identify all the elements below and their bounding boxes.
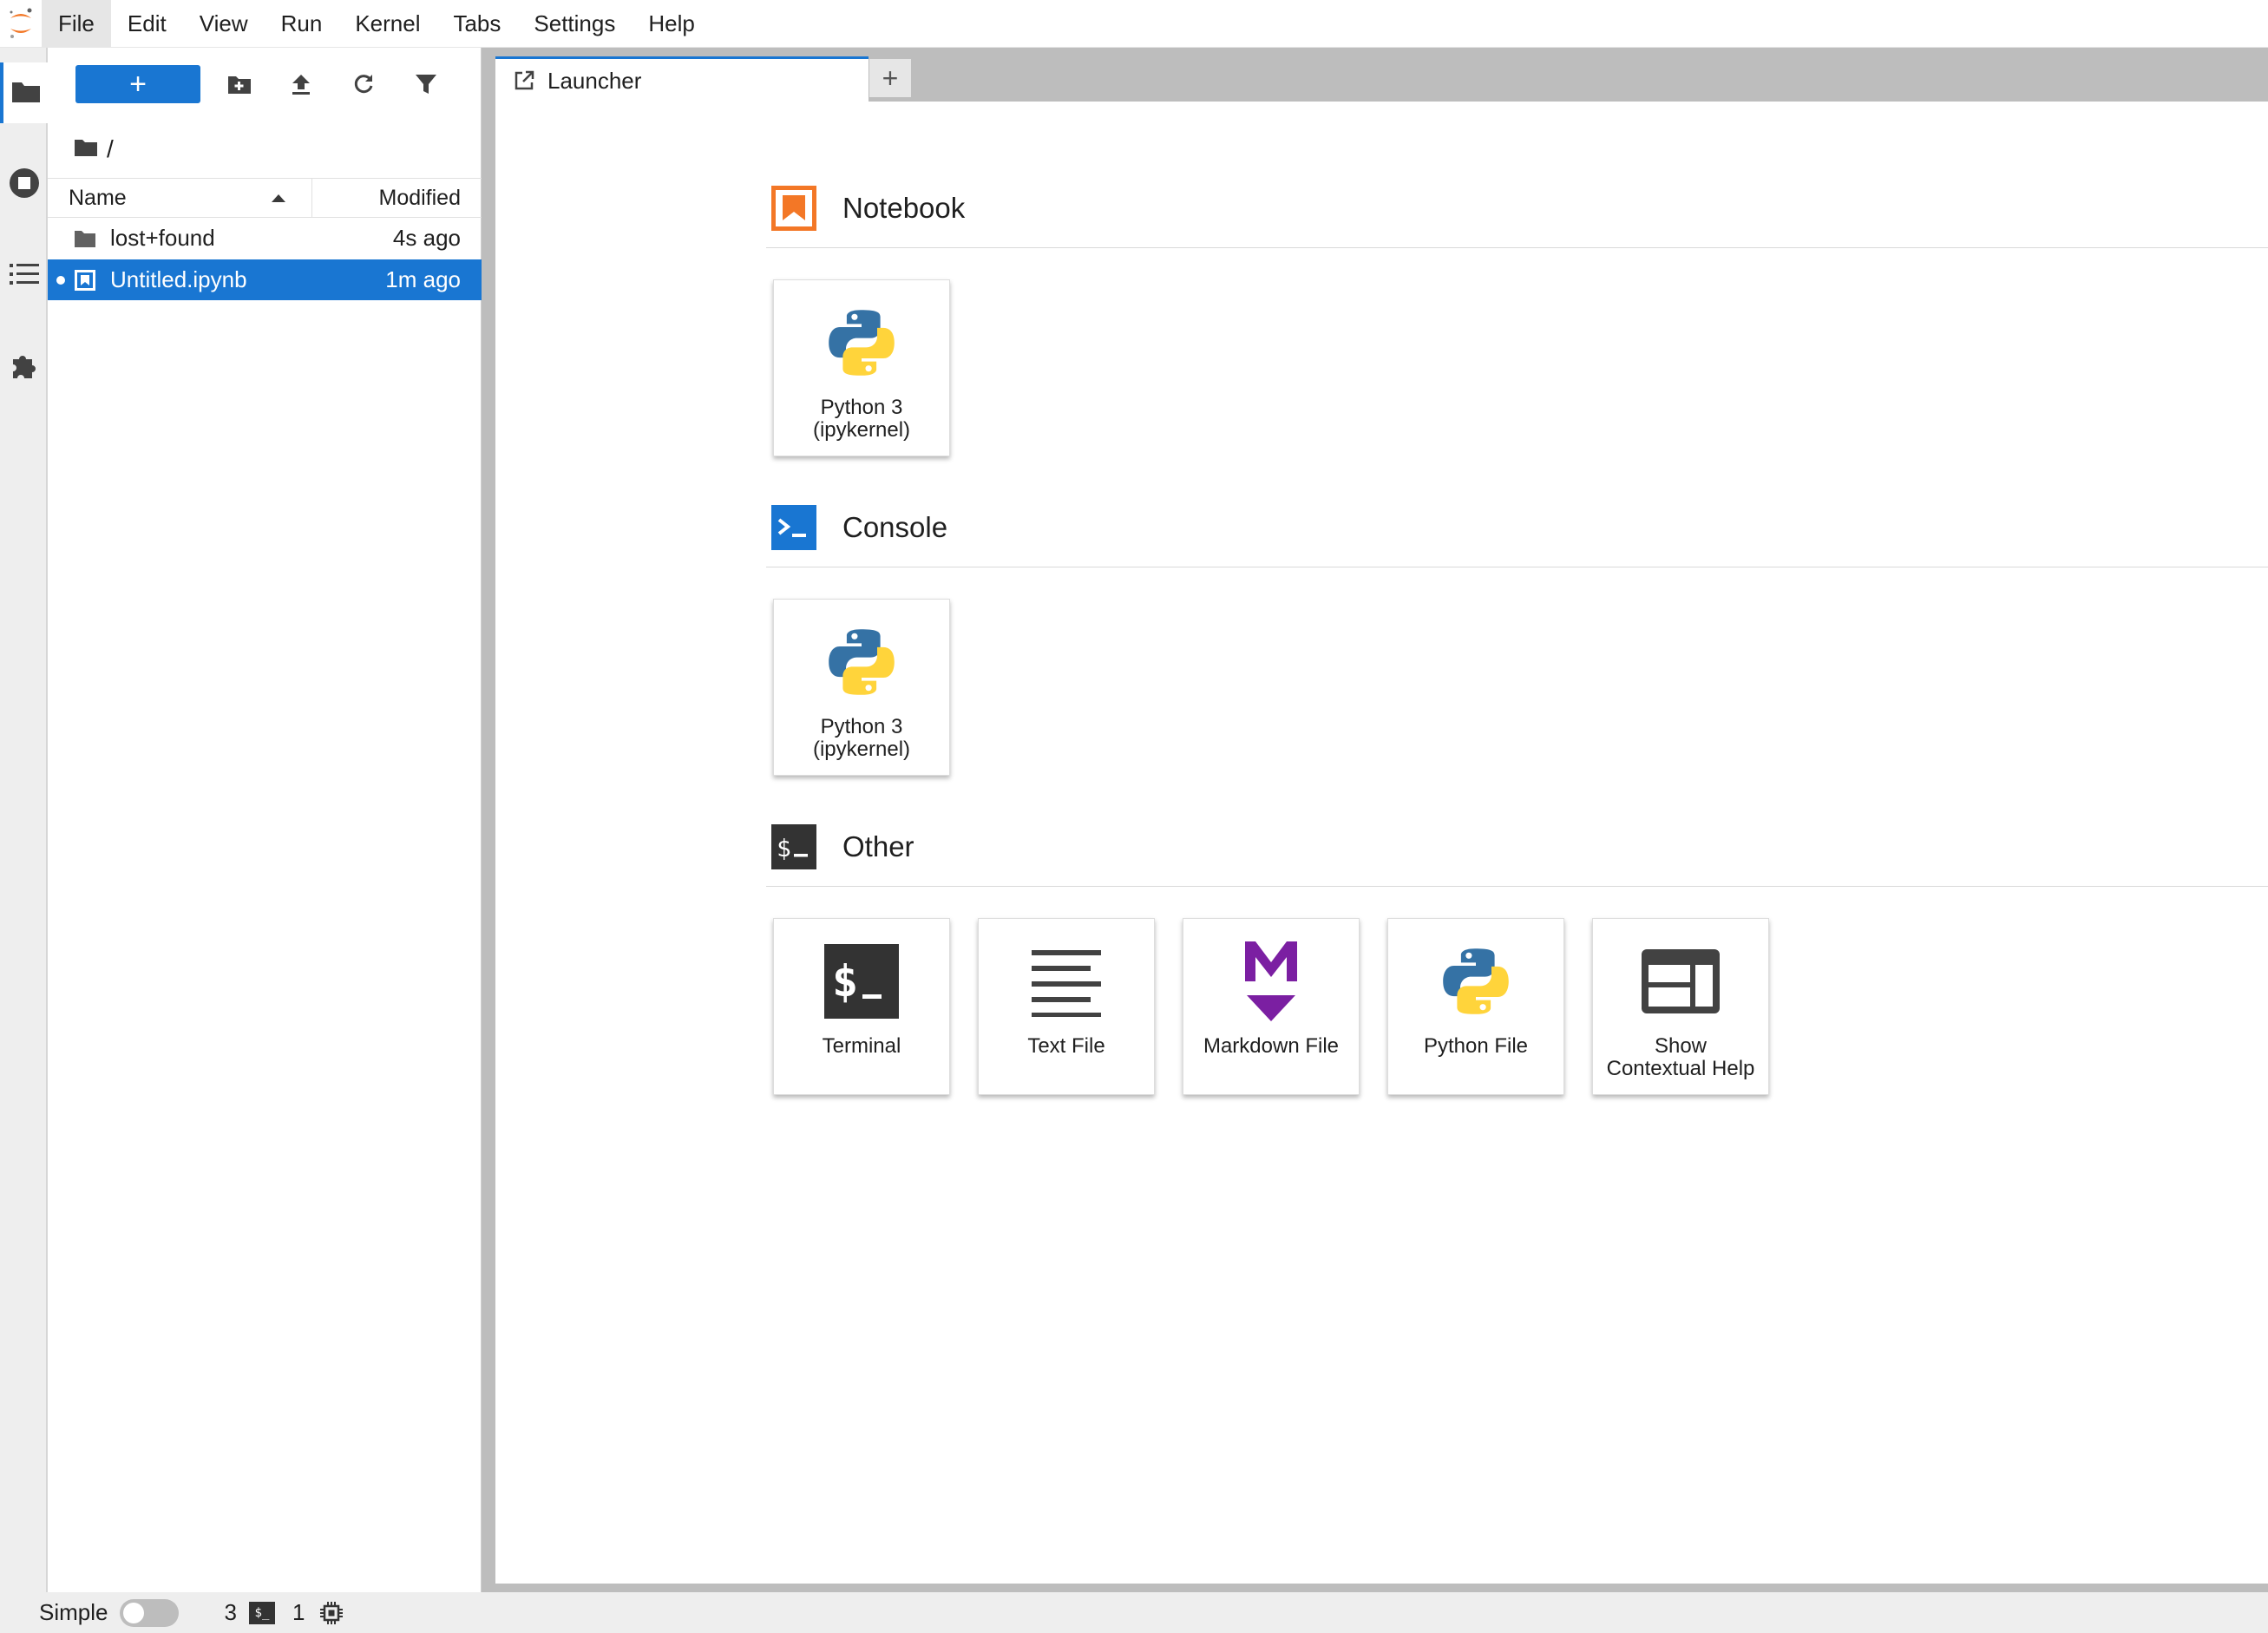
- breadcrumb: /: [74, 130, 114, 168]
- python-logo-icon: [818, 619, 905, 705]
- menu-help[interactable]: Help: [632, 0, 711, 48]
- table-of-contents-tab[interactable]: [0, 246, 48, 306]
- running-indicator-icon: [56, 276, 65, 285]
- simple-mode-toggle[interactable]: [120, 1598, 180, 1627]
- file-browser: + / Name Modified lost+found 4s ago Unti…: [48, 48, 482, 1592]
- tab-label: Launcher: [547, 67, 642, 94]
- menu-kernel[interactable]: Kernel: [338, 0, 436, 48]
- text-file-icon: [1023, 938, 1110, 1025]
- running-sessions-tab[interactable]: [0, 154, 48, 215]
- file-name: Untitled.ipynb: [110, 266, 247, 292]
- launcher-icon: [513, 69, 535, 92]
- kernel-chip-icon[interactable]: [318, 1600, 344, 1626]
- file-browser-tab[interactable]: [0, 62, 48, 123]
- section-divider: [766, 247, 2268, 248]
- refresh-icon[interactable]: [350, 70, 377, 98]
- tab-bar: Launcher +: [495, 48, 2268, 102]
- launcher-card-contextual-help[interactable]: Show Contextual Help: [1592, 918, 1769, 1095]
- notebook-icon: [771, 186, 816, 231]
- toggle-knob: [123, 1602, 145, 1623]
- menu-tabs[interactable]: Tabs: [436, 0, 517, 48]
- modified-column-header[interactable]: Modified: [312, 186, 482, 211]
- file-modified: 4s ago: [392, 225, 461, 251]
- menu-view[interactable]: View: [183, 0, 265, 48]
- name-column-header[interactable]: Name: [48, 178, 312, 218]
- filter-icon[interactable]: [412, 70, 440, 98]
- launcher-panel: Notebook Python 3 (ipykernel) Console Py…: [495, 102, 2268, 1584]
- file-name: lost+found: [110, 225, 215, 251]
- file-row-untitled-ipynb[interactable]: Untitled.ipynb 1m ago: [48, 259, 482, 300]
- notebook-icon: [74, 269, 96, 292]
- terminal-status-icon[interactable]: $_: [248, 1601, 275, 1624]
- dock-bottom-edge: [482, 1584, 2268, 1592]
- breadcrumb-root[interactable]: /: [107, 135, 114, 163]
- svg-text:$: $: [832, 956, 858, 1007]
- running-sessions-icon: [9, 167, 40, 203]
- section-other: $ Other: [771, 823, 914, 871]
- terminal-icon: $: [818, 938, 905, 1025]
- extensions-icon: [10, 351, 39, 384]
- table-of-contents-icon: [9, 262, 39, 291]
- python-logo-icon: [818, 299, 905, 386]
- terminal-icon: $: [771, 824, 816, 869]
- section-title: Notebook: [842, 192, 966, 224]
- status-bar: Simple 3 $_ 1: [0, 1592, 2268, 1633]
- new-launcher-button[interactable]: +: [75, 65, 200, 103]
- new-folder-icon[interactable]: [226, 70, 253, 98]
- section-title: Console: [842, 511, 948, 543]
- menu-settings[interactable]: Settings: [517, 0, 632, 48]
- launcher-card-text-file[interactable]: Text File: [978, 918, 1155, 1095]
- card-label: Python 3 (ipykernel): [812, 396, 911, 442]
- launcher-card-python-file[interactable]: Python File: [1387, 918, 1564, 1095]
- new-tab-button[interactable]: +: [869, 58, 912, 98]
- activity-bar: [0, 48, 48, 1592]
- svg-text:$: $: [777, 834, 791, 862]
- file-browser-toolbar: +: [48, 65, 482, 103]
- tab-launcher[interactable]: Launcher: [495, 56, 869, 102]
- folder-icon: [11, 79, 41, 108]
- folder-icon: [74, 227, 96, 250]
- file-list-header: Name Modified: [48, 178, 482, 218]
- card-label: Show Contextual Help: [1606, 1034, 1755, 1080]
- jupyter-logo-icon[interactable]: [0, 0, 42, 48]
- section-notebook: Notebook: [771, 184, 965, 233]
- menu-edit[interactable]: Edit: [111, 0, 183, 48]
- file-modified: 1m ago: [385, 266, 461, 292]
- menu-bar: File Edit View Run Kernel Tabs Settings …: [0, 0, 2268, 48]
- upload-icon[interactable]: [287, 70, 315, 98]
- section-console: Console: [771, 503, 947, 552]
- card-label: Text File: [1027, 1034, 1105, 1058]
- kernels-count[interactable]: 1: [292, 1599, 305, 1626]
- card-label: Python 3 (ipykernel): [812, 715, 911, 761]
- card-label: Markdown File: [1203, 1034, 1340, 1058]
- console-icon: [771, 505, 816, 550]
- menu-file[interactable]: File: [42, 0, 111, 48]
- contextual-help-icon: [1637, 938, 1724, 1025]
- panel-splitter[interactable]: [482, 48, 495, 1592]
- python-logo-icon: [1432, 938, 1519, 1025]
- extensions-tab[interactable]: [0, 337, 48, 397]
- card-label: Python File: [1423, 1034, 1529, 1058]
- section-title: Other: [842, 830, 914, 862]
- menu-run[interactable]: Run: [265, 0, 339, 48]
- simple-mode-label: Simple: [39, 1599, 108, 1625]
- launcher-card-terminal[interactable]: $ Terminal: [773, 918, 950, 1095]
- launcher-card-console-python3[interactable]: Python 3 (ipykernel): [773, 599, 950, 776]
- launcher-card-markdown-file[interactable]: Markdown File: [1183, 918, 1360, 1095]
- section-divider: [766, 886, 2268, 887]
- file-row-lost-found[interactable]: lost+found 4s ago: [48, 218, 482, 259]
- card-label: Terminal: [822, 1034, 901, 1058]
- launcher-card-notebook-python3[interactable]: Python 3 (ipykernel): [773, 279, 950, 456]
- terminals-count[interactable]: 3: [224, 1599, 236, 1626]
- sort-ascending-icon: [272, 194, 285, 202]
- markdown-icon: [1228, 938, 1314, 1025]
- home-folder-icon[interactable]: [74, 135, 98, 163]
